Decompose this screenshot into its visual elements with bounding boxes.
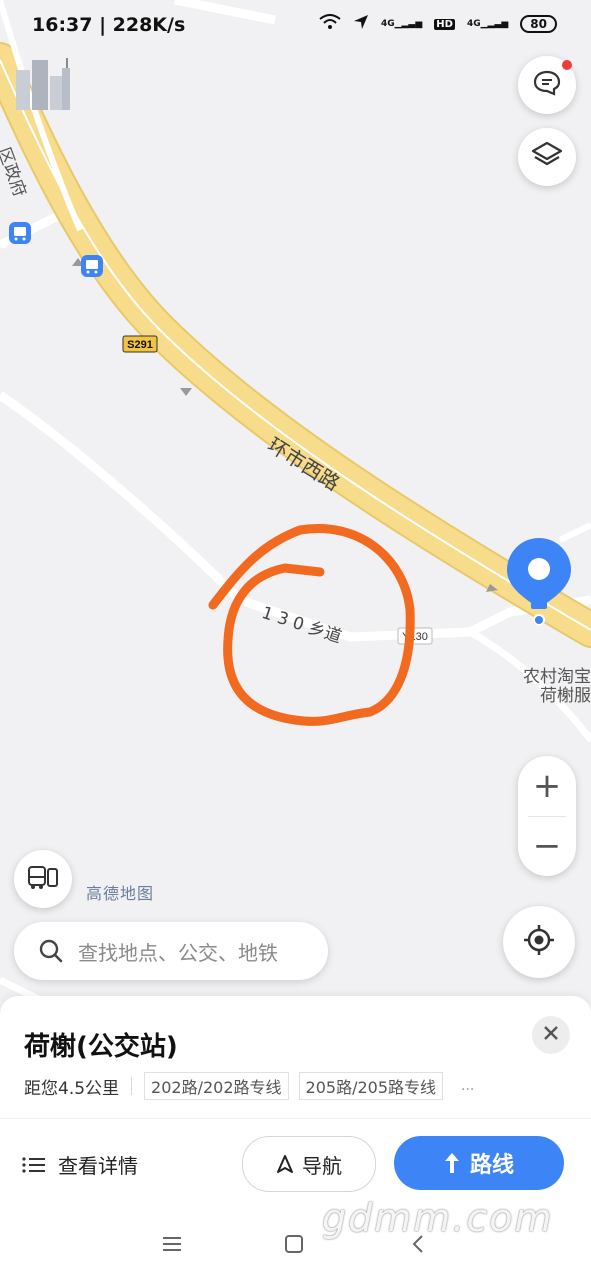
route-label: 路线 <box>469 1153 514 1178</box>
signal-icon-2: 4G▁▂▃▅ <box>466 19 509 29</box>
close-button[interactable] <box>532 1016 570 1054</box>
signal-icon: 4G▁▂▃▅ <box>380 19 423 29</box>
status-icons: 4G▁▂▃▅ HD 4G▁▂▃▅ 80 <box>319 14 557 34</box>
zoom-in-button[interactable]: + <box>518 756 576 816</box>
feedback-button[interactable] <box>518 56 576 114</box>
home-icon[interactable] <box>284 1234 304 1254</box>
navigate-button[interactable]: 导航 <box>242 1136 376 1192</box>
meta-divider <box>131 1077 133 1095</box>
map-view[interactable]: S291 环市西路 1 3 0 乡道 Y130 区政府 农村淘宝 荷榭服 <box>0 0 591 1000</box>
poi-detail-sheet: 荷榭(公交站) 距您4.5公里 202路/202路专线 205路/205路专线 … <box>0 996 591 1210</box>
highway-divider <box>0 59 591 631</box>
direction-arrow-icon <box>180 388 192 396</box>
poi-label-line2: 荷榭服 <box>540 686 591 706</box>
navigate-label: 导航 <box>302 1153 342 1178</box>
minor-road <box>0 391 244 604</box>
search-placeholder: 查找地点、公交、地铁 <box>78 940 278 965</box>
route-arrow-icon <box>444 1152 460 1174</box>
navigate-arrow-icon <box>276 1154 294 1174</box>
transit-mode-button[interactable] <box>14 850 72 908</box>
zoom-out-button[interactable]: − <box>518 816 576 876</box>
message-icon <box>532 69 562 101</box>
layers-button[interactable] <box>518 128 576 186</box>
battery-icon: 80 <box>520 15 557 33</box>
route-tag[interactable]: 205路/205路专线 <box>298 1072 444 1100</box>
view-details-button[interactable]: 查看详情 <box>22 1150 138 1179</box>
locate-button[interactable] <box>503 906 575 978</box>
zoom-control: + − <box>518 756 576 876</box>
hd-icon: HD <box>434 18 455 30</box>
poi-title: 荷榭(公交站) <box>24 1032 178 1062</box>
poi-meta: 距您4.5公里 202路/202路专线 205路/205路专线 ... <box>24 1072 474 1100</box>
road-badge: S291 <box>127 339 153 351</box>
highway-border <box>0 42 591 648</box>
map-logo: 高德地图 <box>86 884 155 903</box>
status-bar: 16:37 | 228K/s 4G▁▂▃▅ HD 4G▁▂▃▅ 80 <box>0 0 591 52</box>
more-routes[interactable]: ... <box>461 1078 474 1094</box>
search-bar[interactable]: 查找地点、公交、地铁 <box>14 922 328 980</box>
bus-stop-icon[interactable] <box>9 222 31 244</box>
status-time: 16:37 | 228K/s <box>32 14 186 36</box>
search-icon <box>38 938 64 964</box>
minor-road <box>558 522 591 543</box>
close-icon <box>542 1024 560 1046</box>
list-icon <box>22 1156 46 1174</box>
layers-icon <box>531 140 563 174</box>
bus-stop-icon[interactable] <box>81 255 103 277</box>
highway-road <box>0 44 591 646</box>
poi-distance: 距您4.5公里 <box>24 1078 120 1099</box>
notification-dot <box>562 60 572 70</box>
3d-buildings-icon[interactable] <box>12 56 74 114</box>
locate-icon <box>522 923 556 961</box>
wifi-icon <box>319 14 341 34</box>
poi-label-line1: 农村淘宝 <box>523 667 591 687</box>
sheet-divider <box>0 1118 591 1119</box>
menu-icon[interactable] <box>162 1236 182 1252</box>
watermark: gdmm.com <box>322 1196 554 1240</box>
view-details-label: 查看详情 <box>58 1154 138 1178</box>
road-name-village: 1 3 0 乡道 <box>259 603 344 648</box>
location-arrow-icon <box>353 14 369 34</box>
map-canvas[interactable]: S291 环市西路 1 3 0 乡道 Y130 区政府 农村淘宝 荷榭服 <box>0 0 591 1000</box>
bus-phone-icon <box>26 863 60 895</box>
zoom-divider <box>528 816 566 817</box>
route-button[interactable]: 路线 <box>394 1136 564 1190</box>
route-tag[interactable]: 202路/202路专线 <box>144 1072 289 1100</box>
